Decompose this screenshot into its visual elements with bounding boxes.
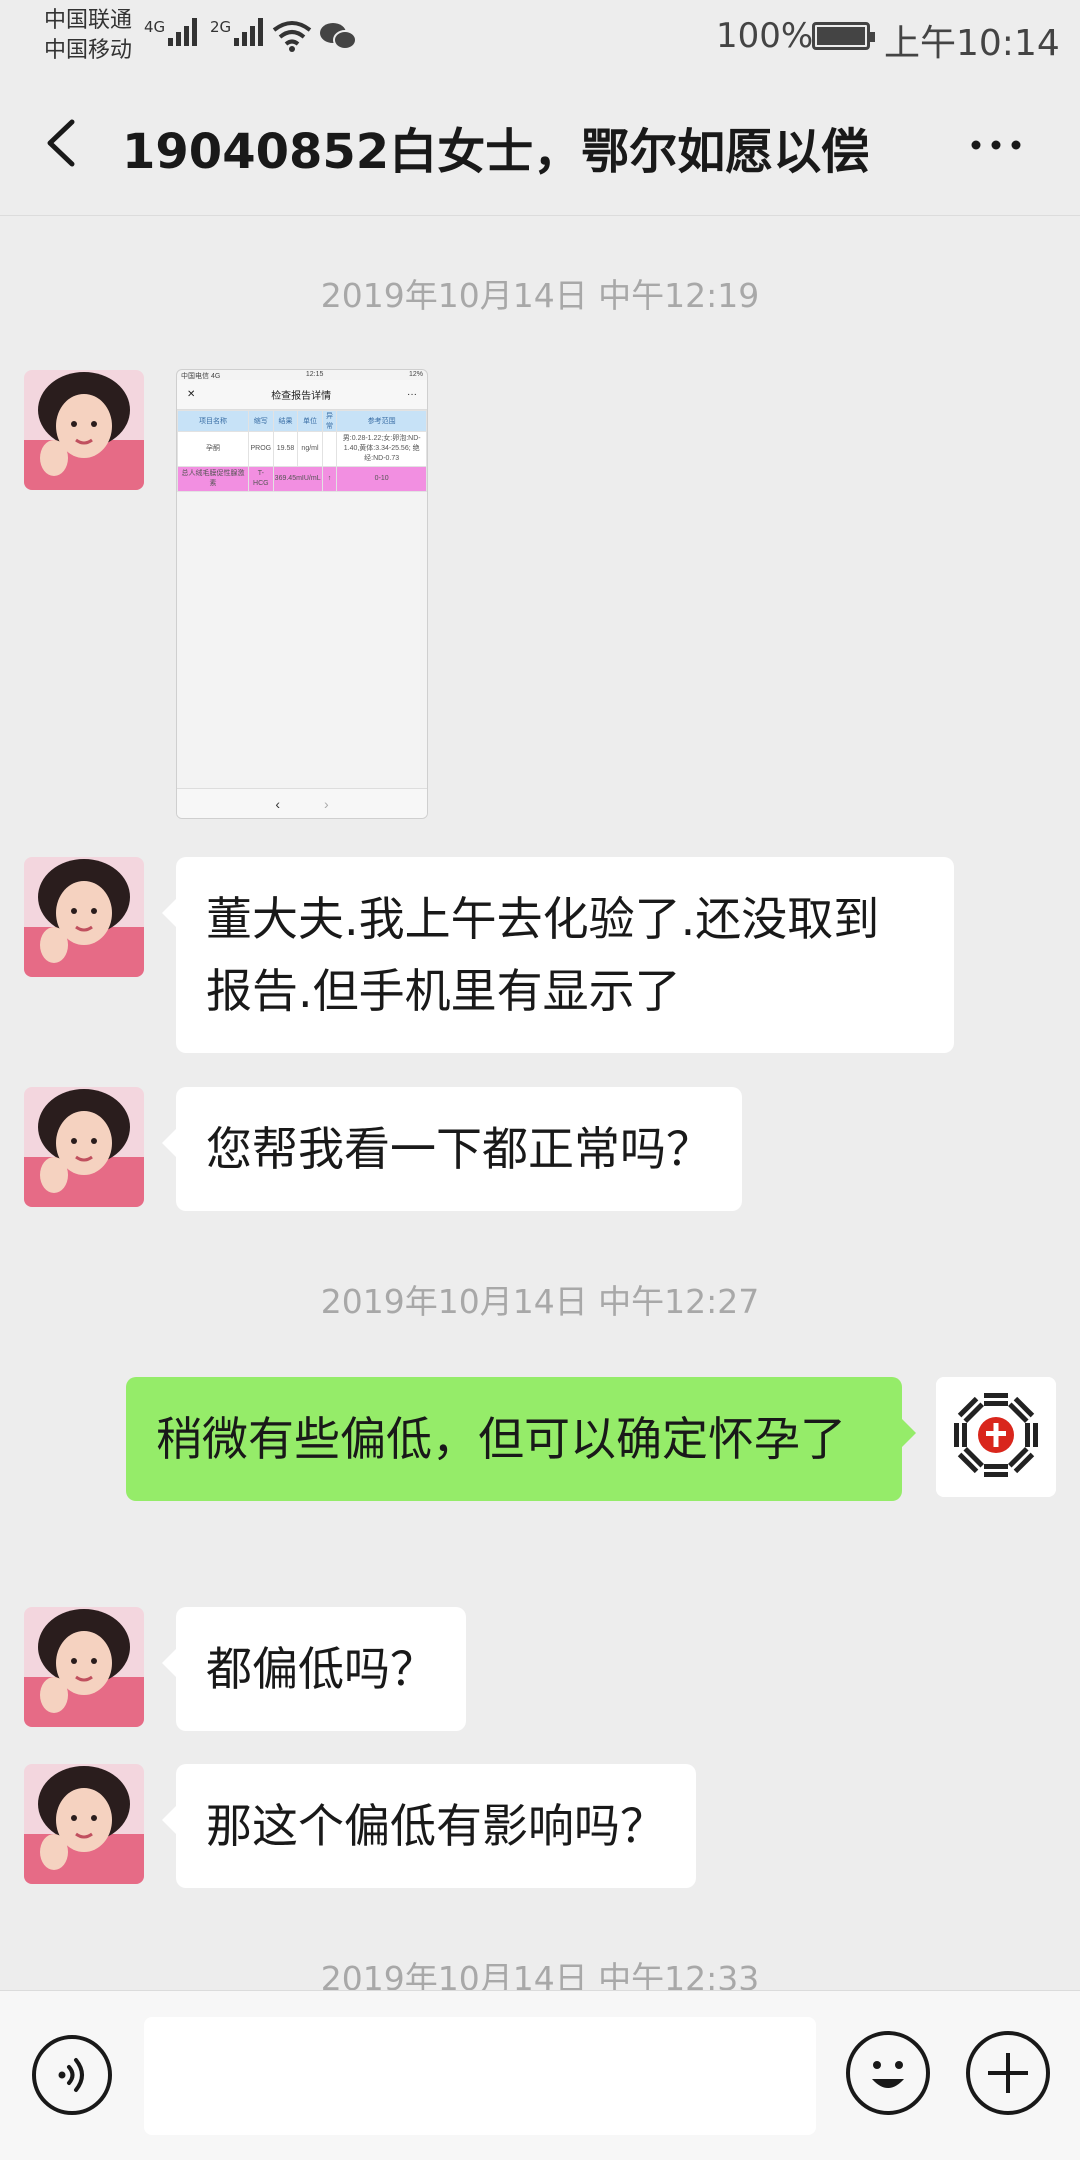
battery-icon [812,22,875,50]
chat-header: 19040852白女士，鄂尔如愿以偿 [0,70,1080,216]
thumb-carrier: 中国电信 4G [181,373,221,380]
timestamp: 2019年10月14日 中午12:19 [320,276,760,315]
thumb-time: 12:15 [305,371,324,378]
wechat-notification-icon [320,23,357,50]
contact-avatar[interactable] [24,1607,144,1727]
signal-2-icon: 2G [210,18,266,46]
thumb-battery: 12% [408,371,423,378]
col-header: 参考范围 [336,410,427,432]
thumb-next-icon: › [324,795,329,812]
contact-avatar[interactable] [24,857,144,977]
message-bubble-incoming[interactable]: 都偏低吗？ [162,1607,466,1731]
message-list[interactable]: 2019年10月14日 中午12:19 中国电信 4G 12:15 12% ✕ … [0,217,1080,1990]
thumb-prev-icon: ‹ [275,795,280,812]
doctor-avatar[interactable] [936,1377,1056,1497]
chevron-left-icon[interactable] [40,118,80,168]
timestamp: 2019年10月14日 中午12:27 [320,1282,760,1321]
col-header: 缩写 [247,410,274,432]
col-header: 结果 [272,410,299,432]
wifi-icon [272,21,312,52]
thumb-nav: ✕ 检查报告详情 ··· [177,380,427,410]
col-header: 项目名称 [177,410,249,432]
carrier-2: 中国移动 [44,38,133,63]
clinic-logo-icon [936,1377,1056,1497]
contact-avatar[interactable] [24,370,144,490]
thumb-more-icon: ··· [406,389,417,400]
contact-avatar[interactable] [24,1087,144,1207]
timestamp: 2019年10月14日 中午12:33 [320,1959,760,1990]
chat-title: 19040852白女士，鄂尔如愿以偿 [122,124,870,180]
table-row-highlighted: 总人绒毛膜促性腺激素 T-HCG 369.45mIU/mL ↑ 0-10 [177,466,427,492]
message-bubble-incoming[interactable]: 您帮我看一下都正常吗？ [162,1087,742,1211]
contact-avatar[interactable] [24,1764,144,1884]
col-header: 单位 [297,410,323,432]
message-bubble-outgoing[interactable]: 稍微有些偏低，但可以确定怀孕了 [126,1377,916,1501]
table-row: 孕酮 PROG 19.58 ng/ml 男:0.28-1.22;女:卵泡:ND-… [177,431,427,467]
input-bar [0,1990,1080,2160]
plus-icon[interactable] [966,2031,1050,2115]
battery-percent: 100% [716,16,814,56]
voice-icon[interactable] [32,2035,112,2115]
status-bar: 中国联通 中国移动 4G 2G 100% 上午10:14 [0,0,1080,70]
signal-1-icon: 4G [144,18,200,46]
emoji-icon[interactable] [846,2031,930,2115]
thumb-title: 检查报告详情 [271,391,332,402]
col-header: 异常 [321,410,338,432]
message-input[interactable] [144,2017,816,2135]
ellipsis-icon[interactable] [966,130,1026,160]
message-bubble-incoming[interactable]: 董大夫.我上午去化验了.还没取到报告.但手机里有显示了 [162,857,954,1053]
carrier-info: 中国联通 中国移动 [44,6,132,66]
report-screenshot-image[interactable]: 中国电信 4G 12:15 12% ✕ 检查报告详情 ··· 项目名称 缩写 结… [176,369,428,819]
status-time: 上午10:14 [884,23,1060,64]
carrier-1: 中国联通 [44,8,133,33]
thumb-close-icon: ✕ [187,389,196,400]
report-table: 项目名称 缩写 结果 单位 异常 参考范围 孕酮 PROG 19.58 ng/m… [177,410,427,492]
thumb-footer: ‹ › [177,788,427,818]
message-bubble-incoming[interactable]: 那这个偏低有影响吗？ [162,1764,696,1888]
